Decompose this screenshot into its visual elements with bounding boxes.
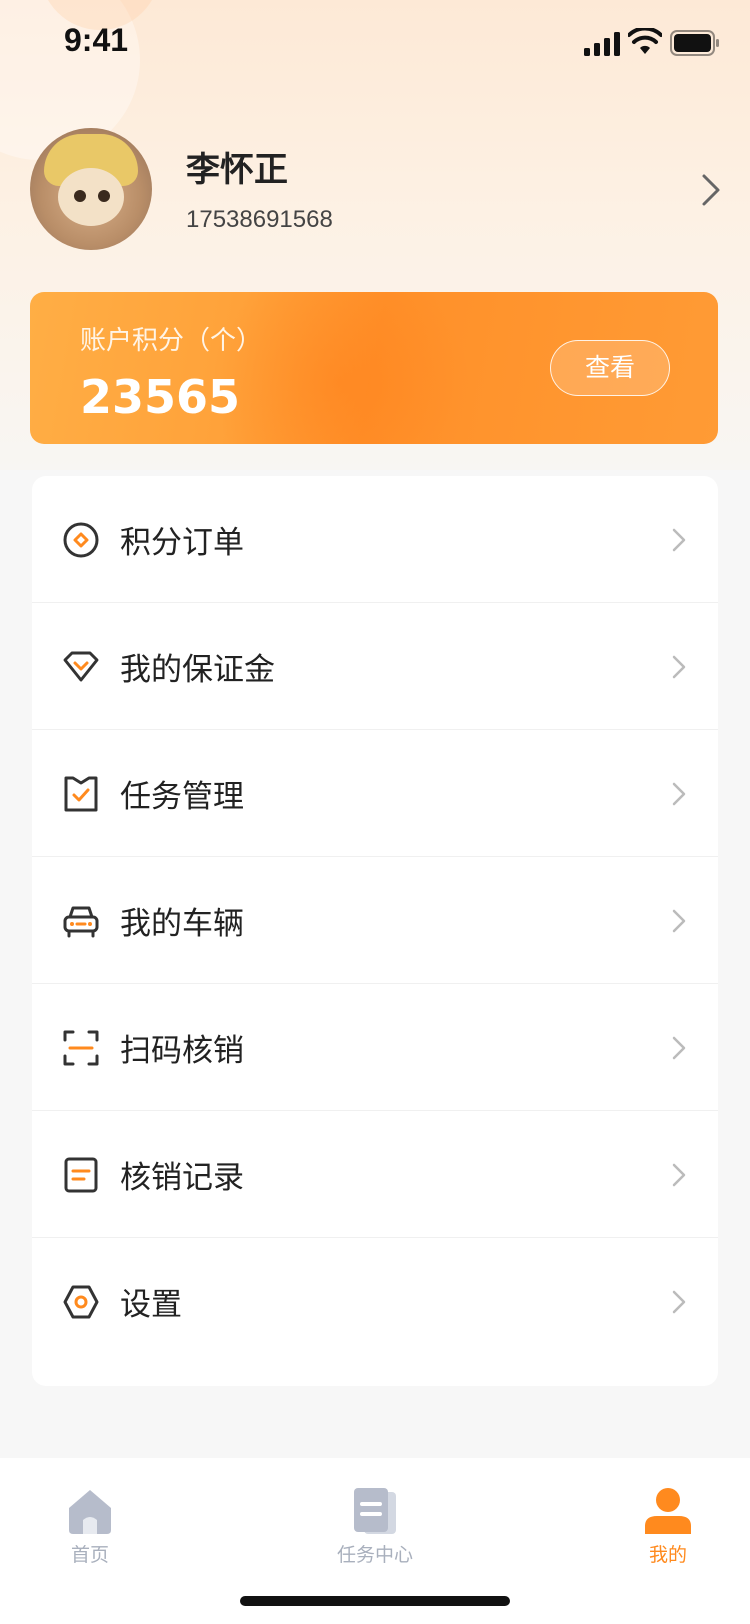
points-order-icon [63,522,99,558]
chevron-right-icon [672,909,686,933]
scan-icon [63,1030,99,1066]
menu-item-label: 扫码核销 [120,1033,244,1069]
status-time: 9:41 [64,22,129,58]
menu-item-task-management[interactable]: 任务管理 [32,730,718,857]
wifi-icon [628,28,662,54]
menu-item-label: 积分订单 [120,525,244,561]
menu-item-points-order[interactable]: 积分订单 [32,476,718,603]
signal-icon [584,32,620,56]
settings-icon [63,1285,99,1319]
menu-item-label: 设置 [120,1287,182,1323]
record-icon [64,1157,98,1193]
battery-icon [670,30,719,56]
home-indicator [240,1596,510,1606]
chevron-right-icon [672,1036,686,1060]
home-icon [69,1490,111,1534]
status-bar: 9:41 [0,0,750,88]
user-phone: 17538691568 [186,206,333,233]
points-card: 账户积分（个） 23565 查看 [30,292,718,444]
points-value: 23565 [80,370,241,424]
menu-item-label: 我的保证金 [120,652,275,688]
menu-list: 积分订单 我的保证金 任务管理 我的车辆 扫码核销 核销记录 设置 [32,476,718,1386]
tab-home[interactable]: 首页 [10,1486,170,1586]
menu-item-deposit[interactable]: 我的保证金 [32,603,718,730]
car-icon [63,906,99,938]
user-name: 李怀正 [186,150,288,190]
chevron-right-icon [672,782,686,806]
avatar[interactable] [30,128,152,250]
chevron-right-icon [672,1163,686,1187]
task-manage-icon [64,776,98,812]
menu-item-verify-records[interactable]: 核销记录 [32,1111,718,1238]
chevron-right-icon [672,1290,686,1314]
menu-item-scan-verify[interactable]: 扫码核销 [32,984,718,1111]
tab-label: 任务中心 [336,1544,413,1566]
points-label: 账户积分（个） [80,326,263,356]
menu-item-my-vehicle[interactable]: 我的车辆 [32,857,718,984]
tab-label: 我的 [648,1544,687,1566]
menu-item-label: 我的车辆 [120,906,244,942]
tab-mine[interactable]: 我的 [588,1486,748,1586]
deposit-icon [63,651,99,682]
chevron-right-icon[interactable] [700,172,722,208]
view-points-button[interactable]: 查看 [550,340,670,396]
chevron-right-icon [672,528,686,552]
tab-label: 首页 [70,1544,109,1566]
task-center-icon [354,1488,396,1534]
tab-task-center[interactable]: 任务中心 [295,1486,455,1586]
profile-icon [645,1488,691,1534]
chevron-right-icon [672,655,686,679]
menu-item-label: 任务管理 [120,779,244,815]
menu-item-label: 核销记录 [120,1160,244,1196]
menu-item-settings[interactable]: 设置 [32,1238,718,1365]
